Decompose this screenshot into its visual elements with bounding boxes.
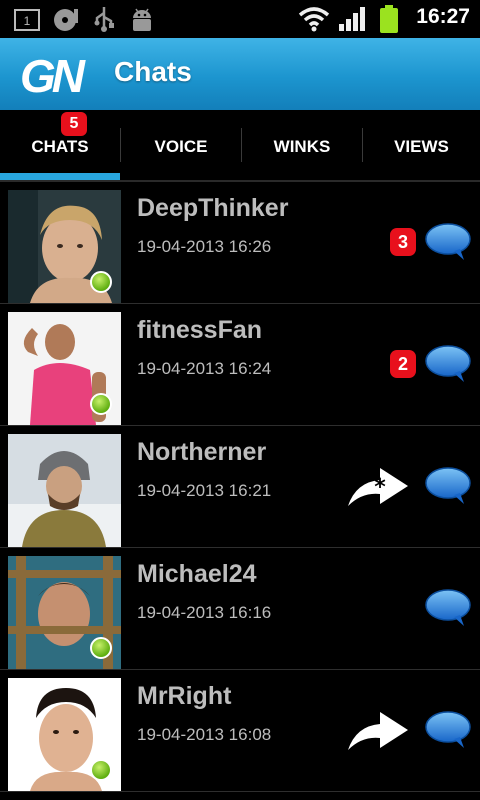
tab-chats[interactable]: CHATS — [0, 110, 120, 182]
message-time: 19-04-2013 16:24 — [137, 359, 272, 378]
list-item[interactable]: fitnessFan 19-04-2013 16:24 2 — [0, 304, 480, 426]
status-time: 16:27 — [416, 5, 470, 28]
signal-icon — [338, 6, 366, 36]
page-title: Chats — [114, 56, 192, 87]
contact-name: Northerner — [137, 438, 267, 466]
contact-name: DeepThinker — [137, 194, 289, 222]
battery-icon — [378, 4, 400, 38]
avatar — [8, 434, 121, 547]
gn-logo: GN — [20, 50, 106, 102]
chat-bubble-icon[interactable] — [424, 344, 472, 386]
list-item[interactable]: DeepThinker 19-04-2013 16:26 3 — [0, 182, 480, 304]
tab-label: VOICE — [154, 137, 208, 156]
message-time: 19-04-2013 16:26 — [137, 237, 272, 256]
svg-text:*: * — [374, 475, 386, 500]
wink-reply-icon[interactable]: * — [346, 462, 410, 512]
online-status-icon — [90, 637, 112, 659]
list-item[interactable]: Michael24 19-04-2013 16:16 — [0, 548, 480, 670]
message-time: 19-04-2013 16:16 — [137, 603, 272, 622]
app-header: GN Chats — [0, 38, 480, 110]
contact-name: fitnessFan — [137, 316, 263, 344]
chat-bubble-icon[interactable] — [424, 466, 472, 508]
chat-bubble-icon[interactable] — [424, 710, 472, 752]
tab-label: WINKS — [273, 137, 331, 156]
online-status-icon — [90, 271, 112, 293]
online-status-icon — [90, 759, 112, 781]
notification-1-icon: 1 — [14, 9, 40, 35]
list-item[interactable]: Northerner 19-04-2013 16:21 * — [0, 426, 480, 548]
tab-winks[interactable]: WINKS — [242, 110, 362, 182]
list-item[interactable]: MrRight 19-04-2013 16:08 — [0, 670, 480, 792]
tab-label: CHATS — [31, 137, 89, 156]
contact-name: Michael24 — [137, 560, 257, 588]
chat-bubble-icon[interactable] — [424, 222, 472, 264]
status-bar: 1 16:27 — [0, 0, 480, 38]
chat-bubble-icon[interactable] — [424, 588, 472, 630]
usb-icon — [93, 5, 115, 37]
reply-arrow-icon[interactable] — [346, 706, 410, 756]
media-icon — [52, 7, 80, 37]
contact-name: MrRight — [137, 682, 232, 710]
android-debug-icon — [129, 6, 155, 38]
tab-label: VIEWS — [394, 137, 449, 156]
message-time: 19-04-2013 16:08 — [137, 725, 272, 744]
message-time: 19-04-2013 16:21 — [137, 481, 272, 500]
unread-badge: 2 — [390, 350, 416, 378]
tab-voice[interactable]: VOICE — [121, 110, 241, 182]
online-status-icon — [90, 393, 112, 415]
notification-count: 1 — [24, 14, 31, 28]
logo-text: GN — [20, 52, 86, 96]
tab-views[interactable]: VIEWS — [363, 110, 480, 182]
wifi-icon — [298, 6, 330, 36]
unread-badge: 3 — [390, 228, 416, 256]
chats-tab-badge: 5 — [61, 112, 87, 136]
